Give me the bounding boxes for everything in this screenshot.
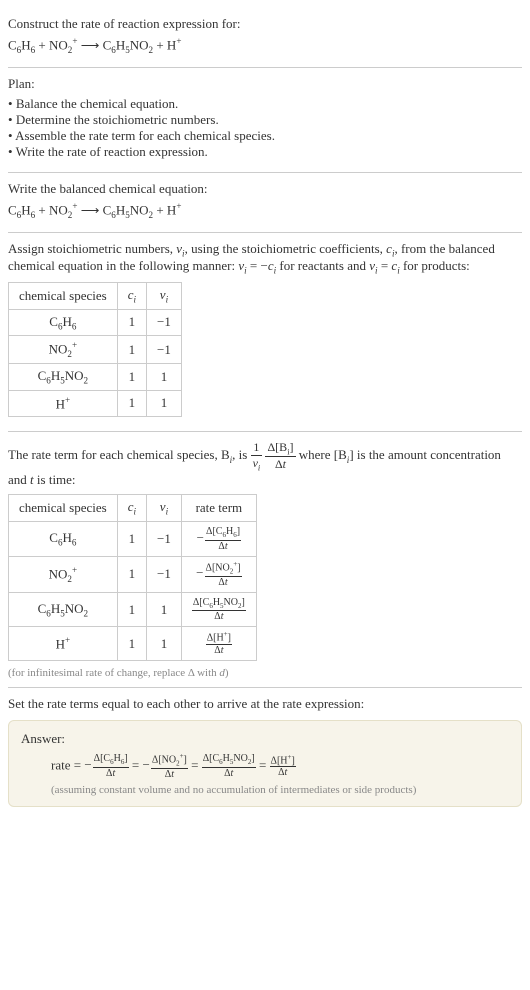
- table-header: νi: [147, 283, 182, 310]
- stoich-table: chemical species ci νi C6H6 1 −1 NO2+ 1 …: [8, 282, 182, 417]
- ci-cell: 1: [117, 627, 146, 660]
- nu-cell: 1: [147, 364, 182, 391]
- plan-label: Plan:: [8, 76, 522, 92]
- conclusion-section: Set the rate terms equal to each other t…: [8, 688, 522, 807]
- balanced-label: Write the balanced chemical equation:: [8, 181, 522, 197]
- plan-item: Assemble the rate term for each chemical…: [8, 128, 522, 144]
- plan-item: Balance the chemical equation.: [8, 96, 522, 112]
- species-cell: NO2+: [9, 336, 118, 364]
- rateterm-caption: (for infinitesimal rate of change, repla…: [8, 667, 522, 679]
- answer-label: Answer:: [21, 731, 509, 747]
- species-cell: H+: [9, 390, 118, 416]
- conclusion-text: Set the rate terms equal to each other t…: [8, 696, 522, 712]
- table-row: NO2+ 1 −1: [9, 336, 182, 364]
- table-header: chemical species: [9, 283, 118, 310]
- ci-cell: 1: [117, 556, 146, 592]
- rate-cell: Δ[H+]Δt: [181, 627, 256, 660]
- plan-list: Balance the chemical equation. Determine…: [8, 96, 522, 160]
- rateterm-section: The rate term for each chemical species,…: [8, 432, 522, 688]
- answer-assumption: (assuming constant volume and no accumul…: [21, 784, 509, 796]
- plan-item: Determine the stoichiometric numbers.: [8, 112, 522, 128]
- species-cell: C6H6: [9, 522, 118, 557]
- table-row: C6H6 1 −1 −Δ[C6H6]Δt: [9, 522, 257, 557]
- ci-cell: 1: [117, 336, 146, 364]
- ci-cell: 1: [117, 592, 146, 627]
- balanced-section: Write the balanced chemical equation: C6…: [8, 173, 522, 233]
- table-row: H+ 1 1 Δ[H+]Δt: [9, 627, 257, 660]
- plan-section: Plan: Balance the chemical equation. Det…: [8, 68, 522, 173]
- plan-item: Write the rate of reaction expression.: [8, 144, 522, 160]
- ci-cell: 1: [117, 309, 146, 336]
- table-header: ci: [117, 283, 146, 310]
- nu-cell: −1: [147, 556, 182, 592]
- rate-cell: Δ[C6H5NO2]Δt: [181, 592, 256, 627]
- rateterm-description: The rate term for each chemical species,…: [8, 440, 522, 488]
- nu-cell: 1: [147, 627, 182, 660]
- intro-section: Construct the rate of reaction expressio…: [8, 8, 522, 68]
- nu-cell: 1: [147, 592, 182, 627]
- table-header: rate term: [181, 495, 256, 522]
- table-row: C6H5NO2 1 1 Δ[C6H5NO2]Δt: [9, 592, 257, 627]
- rateterm-table: chemical species ci νi rate term C6H6 1 …: [8, 494, 257, 660]
- fraction: 1νi: [251, 440, 263, 472]
- rate-cell: −Δ[C6H6]Δt: [181, 522, 256, 557]
- nu-cell: 1: [147, 390, 182, 416]
- rate-expression: rate = −Δ[C6H6]Δt = −Δ[NO2+]Δt = Δ[C6H5N…: [21, 753, 509, 780]
- species-cell: C6H5NO2: [9, 592, 118, 627]
- stoich-description: Assign stoichiometric numbers, νi, using…: [8, 241, 522, 276]
- species-cell: H+: [9, 627, 118, 660]
- rate-cell: −Δ[NO2+]Δt: [181, 556, 256, 592]
- table-header-row: chemical species ci νi rate term: [9, 495, 257, 522]
- intro-prompt: Construct the rate of reaction expressio…: [8, 16, 522, 32]
- stoich-section: Assign stoichiometric numbers, νi, using…: [8, 233, 522, 432]
- table-header: ci: [117, 495, 146, 522]
- table-row: H+ 1 1: [9, 390, 182, 416]
- table-header: νi: [147, 495, 182, 522]
- table-header: chemical species: [9, 495, 118, 522]
- balanced-equation: C6H6 + NO2+ ⟶ C6H5NO2 + H+: [8, 201, 522, 220]
- table-row: C6H6 1 −1: [9, 309, 182, 336]
- ci-cell: 1: [117, 364, 146, 391]
- species-cell: NO2+: [9, 556, 118, 592]
- table-row: NO2+ 1 −1 −Δ[NO2+]Δt: [9, 556, 257, 592]
- fraction: Δ[Bi]Δt: [265, 440, 295, 472]
- intro-equation: C6H6 + NO2+ ⟶ C6H5NO2 + H+: [8, 36, 522, 55]
- species-cell: C6H6: [9, 309, 118, 336]
- species-cell: C6H5NO2: [9, 364, 118, 391]
- answer-box: Answer: rate = −Δ[C6H6]Δt = −Δ[NO2+]Δt =…: [8, 720, 522, 807]
- ci-cell: 1: [117, 522, 146, 557]
- table-row: C6H5NO2 1 1: [9, 364, 182, 391]
- ci-cell: 1: [117, 390, 146, 416]
- nu-cell: −1: [147, 309, 182, 336]
- nu-cell: −1: [147, 336, 182, 364]
- nu-cell: −1: [147, 522, 182, 557]
- table-header-row: chemical species ci νi: [9, 283, 182, 310]
